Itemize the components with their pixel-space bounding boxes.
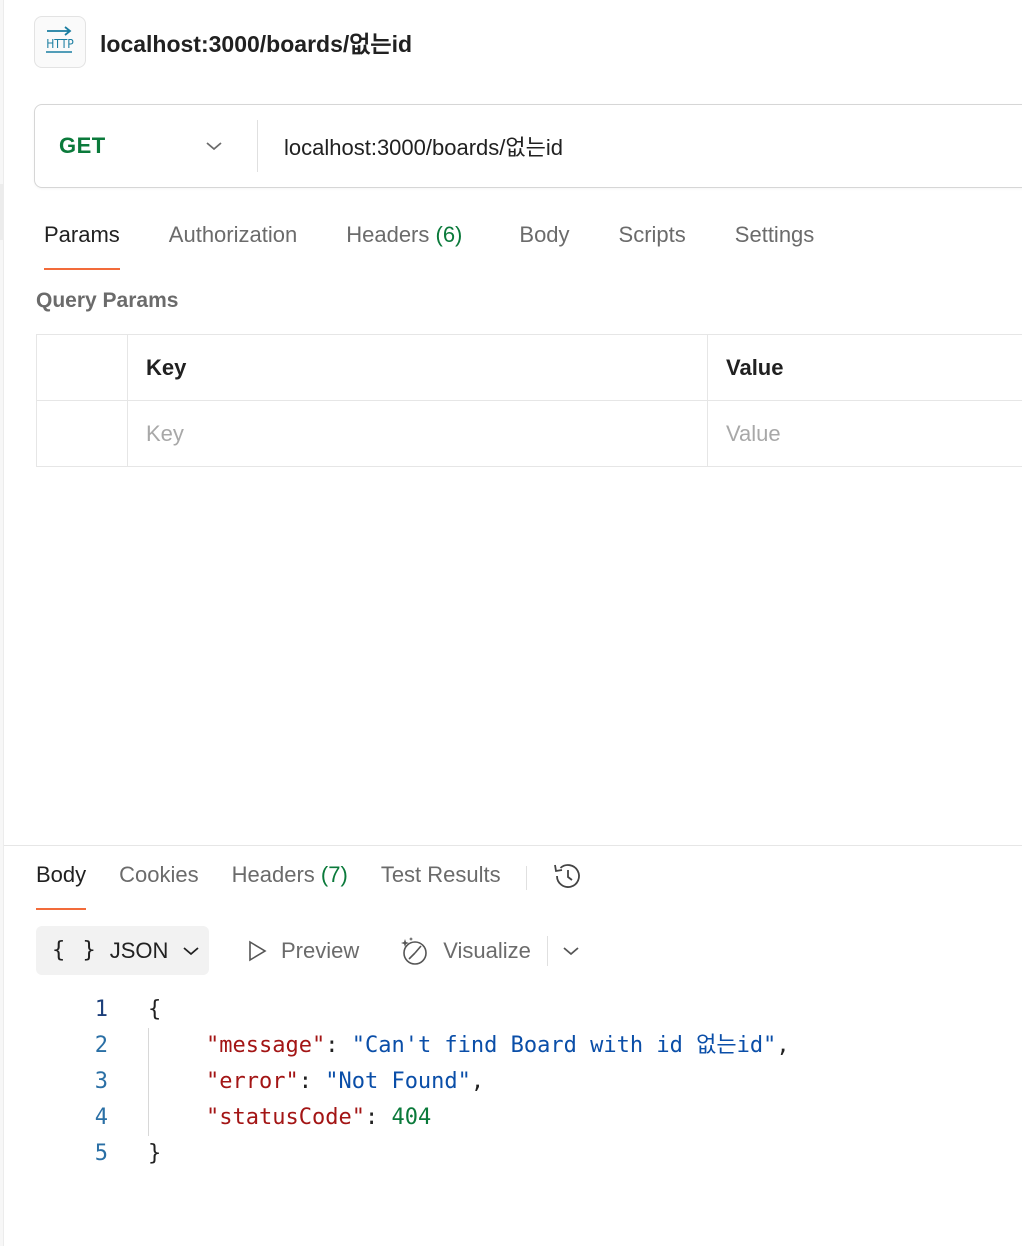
json-key: "message" bbox=[206, 1033, 326, 1058]
json-colon: : bbox=[325, 1033, 352, 1058]
key-input[interactable]: Key bbox=[127, 400, 708, 467]
preview-label: Preview bbox=[281, 937, 360, 963]
sidebar-handle bbox=[0, 184, 4, 240]
chevron-down-icon bbox=[563, 946, 579, 955]
http-badge-text: HTTP bbox=[46, 37, 74, 51]
table-checkbox-column bbox=[36, 334, 128, 401]
braces-icon: { } bbox=[52, 938, 98, 963]
json-key: "statusCode" bbox=[206, 1105, 365, 1130]
tab-label: Scripts bbox=[618, 222, 686, 247]
code-text: "error": "Not Found", bbox=[206, 1064, 484, 1100]
value-input[interactable]: Value bbox=[707, 400, 1022, 467]
tab-label: Body bbox=[36, 862, 87, 887]
format-label: JSON bbox=[109, 937, 169, 963]
tab-label: Body bbox=[519, 222, 570, 247]
format-separator bbox=[546, 935, 548, 966]
json-colon: : bbox=[298, 1069, 326, 1094]
json-comma: , bbox=[470, 1069, 485, 1094]
code-line: 4 "statusCode": 404 bbox=[60, 1100, 790, 1136]
response-divider[interactable] bbox=[4, 845, 1022, 846]
method-select[interactable]: GET bbox=[35, 105, 257, 187]
visualize-icon bbox=[401, 936, 428, 965]
json-value: "Can't find Board with id 없는id" bbox=[351, 1033, 777, 1058]
tab-settings[interactable]: Settings bbox=[735, 222, 815, 270]
line-number: 4 bbox=[94, 1105, 108, 1130]
code-close-brace: } bbox=[148, 1141, 162, 1166]
visualize-options-dropdown[interactable] bbox=[562, 945, 580, 957]
column-header-value: Value bbox=[707, 334, 1022, 401]
tab-label: Test Results bbox=[380, 862, 501, 887]
url-input[interactable] bbox=[258, 105, 1022, 187]
code-line: 2 "message": "Can't find Board with id 없… bbox=[60, 1028, 790, 1064]
code-text: "message": "Can't find Board with id 없는i… bbox=[206, 1028, 790, 1064]
json-value: 404 bbox=[391, 1105, 432, 1130]
sidebar-edge bbox=[0, 0, 4, 1246]
request-header: HTTP localhost:3000/boards/없는id bbox=[34, 16, 412, 68]
json-value: "Not Found" bbox=[325, 1069, 471, 1094]
tab-response-body[interactable]: Body bbox=[36, 862, 87, 910]
chevron-down-icon bbox=[206, 142, 222, 151]
line-number: 5 bbox=[94, 1141, 108, 1166]
table-row: Key Value bbox=[36, 400, 1022, 467]
tab-label: Params bbox=[44, 222, 120, 247]
url-bar: GET bbox=[34, 104, 1022, 188]
format-select[interactable]: { } JSON bbox=[36, 926, 209, 975]
response-tabs: Body Cookies Headers (7) Test Results bbox=[36, 862, 583, 910]
response-format-bar: { } JSON Preview Visualize bbox=[36, 926, 580, 975]
tab-authorization[interactable]: Authorization bbox=[169, 222, 297, 270]
tab-response-headers[interactable]: Headers (7) bbox=[232, 862, 348, 910]
tab-count: (7) bbox=[320, 862, 348, 887]
query-params-table: Key Value Key Value bbox=[36, 334, 1022, 467]
preview-button[interactable]: Preview bbox=[245, 938, 359, 964]
history-icon[interactable] bbox=[551, 860, 583, 897]
code-line: 5 } bbox=[60, 1136, 790, 1172]
code-line: 3 "error": "Not Found", bbox=[60, 1064, 790, 1100]
tab-headers[interactable]: Headers (6) bbox=[346, 222, 462, 270]
tab-label: Cookies bbox=[119, 862, 199, 887]
visualize-button[interactable]: Visualize bbox=[399, 935, 531, 967]
chevron-down-icon bbox=[183, 946, 200, 955]
method-label: GET bbox=[59, 133, 106, 158]
request-title[interactable]: localhost:3000/boards/없는id bbox=[100, 25, 412, 59]
line-number: 3 bbox=[94, 1069, 108, 1094]
tab-body[interactable]: Body bbox=[519, 222, 569, 270]
indent-guide bbox=[148, 1028, 149, 1136]
query-params-title: Query Params bbox=[36, 289, 179, 312]
json-colon: : bbox=[364, 1105, 392, 1130]
visualize-label: Visualize bbox=[443, 937, 531, 963]
table-header-row: Key Value bbox=[36, 334, 1022, 401]
tab-cookies[interactable]: Cookies bbox=[119, 862, 198, 910]
tab-label: Headers bbox=[346, 222, 430, 247]
tab-separator bbox=[525, 866, 527, 890]
json-key: "error" bbox=[206, 1069, 299, 1094]
tab-test-results[interactable]: Test Results bbox=[381, 862, 501, 910]
code-text: "statusCode": 404 bbox=[206, 1100, 431, 1136]
row-checkbox-cell bbox=[36, 400, 128, 467]
tab-scripts[interactable]: Scripts bbox=[619, 222, 686, 270]
response-body-viewer[interactable]: 1 { 2 "message": "Can't find Board with … bbox=[60, 992, 790, 1172]
tab-label: Headers bbox=[231, 862, 315, 887]
tab-params[interactable]: Params bbox=[44, 222, 120, 270]
play-icon bbox=[249, 940, 267, 961]
column-header-key: Key bbox=[127, 334, 708, 401]
http-icon: HTTP bbox=[34, 16, 86, 68]
request-tabs: Params Authorization Headers (6) Body Sc… bbox=[44, 222, 863, 270]
tab-label: Authorization bbox=[168, 222, 298, 247]
code-open-brace: { bbox=[148, 997, 162, 1022]
tab-label: Settings bbox=[734, 222, 815, 247]
line-number: 2 bbox=[94, 1033, 108, 1058]
tab-count: (6) bbox=[435, 222, 463, 247]
code-line: 1 { bbox=[60, 992, 790, 1028]
json-comma: , bbox=[776, 1033, 790, 1058]
line-number: 1 bbox=[94, 997, 108, 1022]
